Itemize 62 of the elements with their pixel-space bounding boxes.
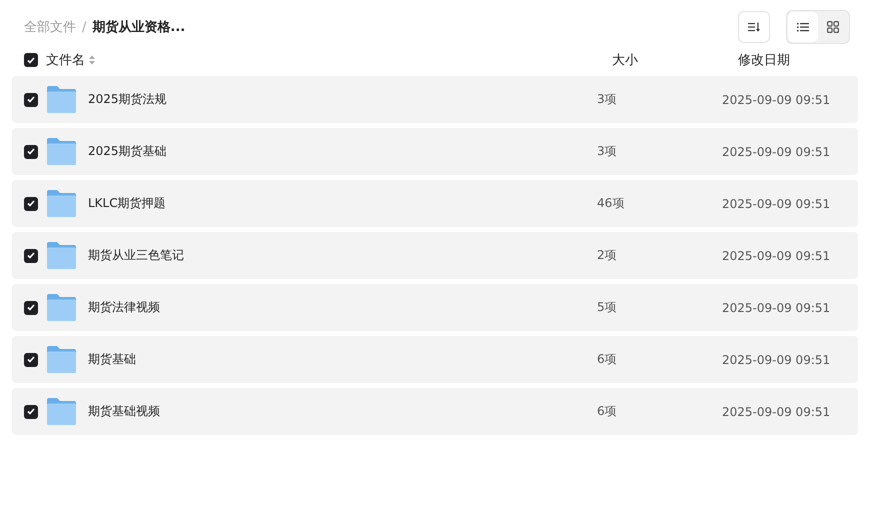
modified-date: 2025-09-09 09:51 xyxy=(722,92,830,106)
modified-date: 2025-09-09 09:51 xyxy=(722,144,830,158)
list-view-button[interactable] xyxy=(788,12,818,42)
checkbox[interactable] xyxy=(24,53,38,67)
checkbox[interactable] xyxy=(24,248,38,262)
sort-button[interactable] xyxy=(738,11,770,43)
checkmark-icon xyxy=(27,56,35,64)
file-row[interactable]: 期货从业三色笔记 2项 2025-09-09 09:51 xyxy=(12,232,858,279)
checkmark-icon xyxy=(27,252,35,259)
file-row[interactable]: 期货法律视频 5项 2025-09-09 09:51 xyxy=(12,284,858,331)
modified-date: 2025-09-09 09:51 xyxy=(722,352,830,366)
column-header[interactable]: 修改日期 xyxy=(738,53,790,68)
item-count: 5项 xyxy=(597,299,618,316)
folder-icon xyxy=(47,242,76,269)
file-name[interactable]: 期货从业三色笔记 xyxy=(88,247,597,264)
file-row[interactable]: 2025期货基础 3项 2025-09-09 09:51 xyxy=(12,128,858,175)
checkbox[interactable] xyxy=(24,196,38,210)
file-name[interactable]: 期货法律视频 xyxy=(88,299,597,316)
item-count: 2项 xyxy=(597,247,618,264)
breadcrumb-item[interactable]: 期货从业资格... xyxy=(92,18,186,36)
item-count: 6项 xyxy=(597,403,618,420)
file-row[interactable]: 2025期货法规 3项 2025-09-09 09:51 xyxy=(12,76,858,123)
folder-icon xyxy=(47,294,76,321)
file-name[interactable]: LKLC期货押题 xyxy=(88,195,597,212)
list-icon xyxy=(797,22,809,32)
checkbox[interactable] xyxy=(24,352,38,366)
item-count: 3项 xyxy=(597,91,618,108)
checkmark-icon xyxy=(27,408,35,415)
sort-icon xyxy=(89,55,95,65)
checkbox[interactable] xyxy=(24,92,38,106)
modified-date: 2025-09-09 09:51 xyxy=(722,300,830,314)
checkmark-icon xyxy=(27,356,35,363)
checkbox[interactable] xyxy=(24,144,38,158)
checkmark-icon xyxy=(27,304,35,311)
checkmark-icon xyxy=(27,200,35,207)
grid-icon xyxy=(827,21,839,33)
item-count: 6项 xyxy=(597,351,618,368)
modified-date: 2025-09-09 09:51 xyxy=(722,404,830,418)
file-name[interactable]: 2025期货基础 xyxy=(88,143,597,160)
file-row[interactable]: LKLC期货押题 46项 2025-09-09 09:51 xyxy=(12,180,858,227)
checkbox[interactable] xyxy=(24,404,38,418)
column-header[interactable]: 大小 xyxy=(612,53,638,68)
breadcrumb-separator: / xyxy=(82,20,86,34)
file-name[interactable]: 期货基础视频 xyxy=(88,403,597,420)
folder-icon xyxy=(47,86,76,113)
file-row[interactable]: 期货基础视频 6项 2025-09-09 09:51 xyxy=(12,388,858,435)
file-row[interactable]: 期货基础 6项 2025-09-09 09:51 xyxy=(12,336,858,383)
item-count: 3项 xyxy=(597,143,618,160)
folder-icon xyxy=(47,346,76,373)
folder-icon xyxy=(47,138,76,165)
item-count: 46项 xyxy=(597,195,626,212)
folder-icon xyxy=(47,190,76,217)
modified-date: 2025-09-09 09:51 xyxy=(722,196,830,210)
file-name[interactable]: 2025期货法规 xyxy=(88,91,597,108)
folder-icon xyxy=(47,398,76,425)
file-name[interactable]: 期货基础 xyxy=(88,351,597,368)
modified-date: 2025-09-09 09:51 xyxy=(722,248,830,262)
checkmark-icon xyxy=(27,148,35,155)
sort-icon xyxy=(748,22,760,32)
column-header[interactable]: 文件名 xyxy=(46,51,85,69)
checkbox[interactable] xyxy=(24,300,38,314)
checkmark-icon xyxy=(27,96,35,103)
